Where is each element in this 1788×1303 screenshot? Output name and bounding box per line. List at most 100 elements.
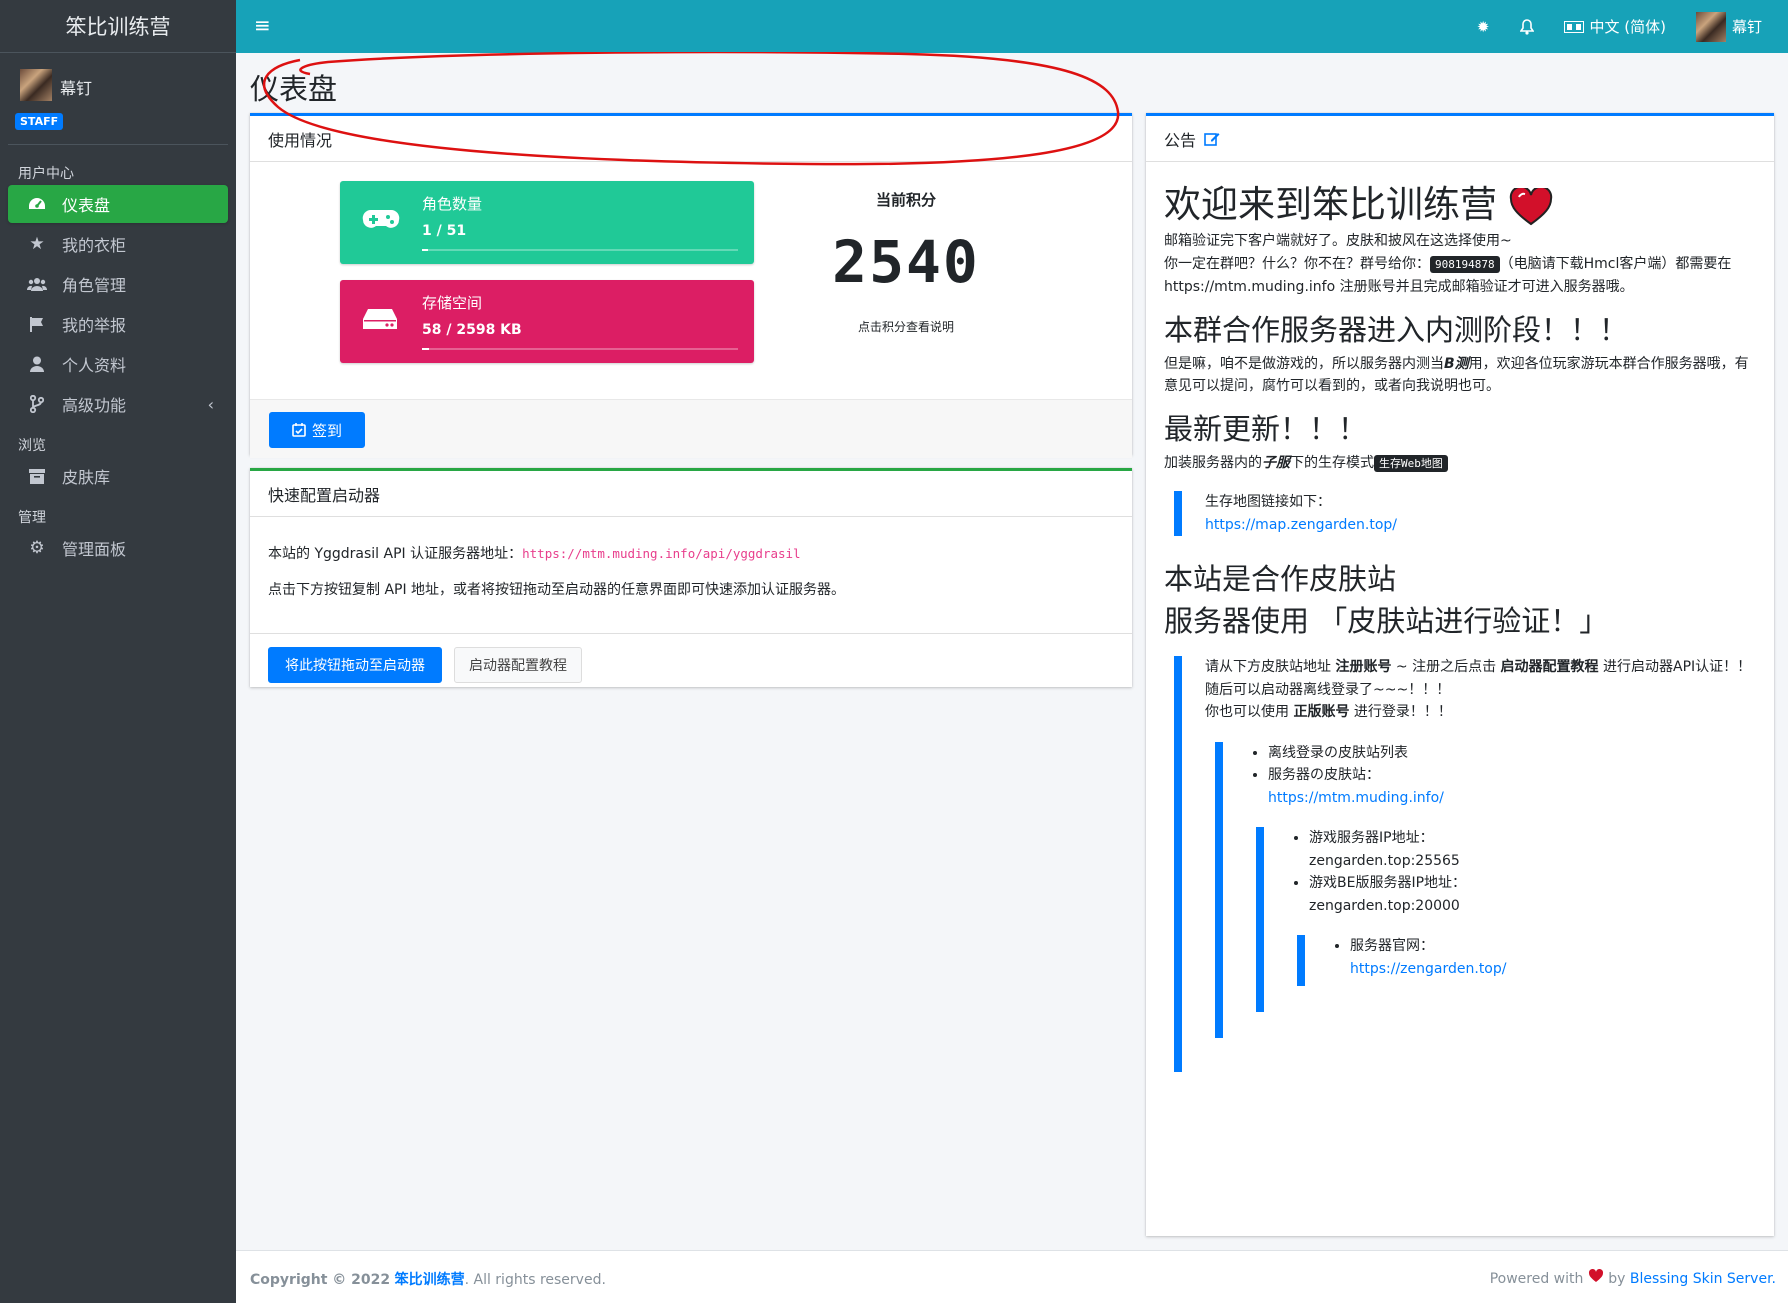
api-prefix: 本站的 Yggdrasil API 认证服务器地址： xyxy=(268,546,523,562)
site-link[interactable]: 笨比训练营 xyxy=(395,1272,465,1288)
sidebar-item-label: 高级功能 xyxy=(62,396,127,415)
card-title: 快速配置启动器 xyxy=(250,471,1132,517)
list-item-label: 游戏BE版服务器IP地址： xyxy=(1309,875,1467,891)
list-item: 服务器官网： https://zengarden.top/ xyxy=(1350,935,1756,980)
coop-text-part: 请从下方皮肤站地址 xyxy=(1205,659,1331,675)
chevron-left-icon: ‹ xyxy=(207,394,214,414)
launcher-tutorial-button[interactable]: 启动器配置教程 xyxy=(454,647,582,683)
user-name[interactable]: 幕钉 xyxy=(60,75,92,99)
sidebar-item-characters[interactable]: 角色管理 xyxy=(8,265,228,303)
announcement-card: 公告 欢迎来到笨比训练营 邮箱验证完下客户端就好了。皮肤和披风在这选择使用~ 你… xyxy=(1146,113,1774,1236)
language-label: 中文 (简体) xyxy=(1589,18,1666,36)
theme-toggle[interactable]: ✹ xyxy=(1477,18,1490,36)
welcome-line-1: 邮箱验证完下客户端就好了。皮肤和披风在这选择使用~ xyxy=(1164,233,1512,249)
engine-link[interactable]: Blessing Skin Server. xyxy=(1630,1271,1776,1287)
coop-bold: 启动器配置教程 xyxy=(1500,659,1599,675)
rights-text: . All rights reserved. xyxy=(464,1272,606,1288)
coop-text-part: 你也可以使用 xyxy=(1205,704,1289,720)
map-blockquote: 生存地图链接如下： https://map.zengarden.top/ xyxy=(1174,491,1756,536)
coop-title-line: 服务器使用 「皮肤站进行验证！」 xyxy=(1164,604,1609,638)
sidebar-item-dashboard[interactable]: 仪表盘 xyxy=(8,185,228,223)
beta-text: 但是嘛，咱不是做游戏的，所以服务器内测当B测用，欢迎各位玩家游玩本群合作服务器哦… xyxy=(1164,353,1756,398)
nav-header-browse: 浏览 xyxy=(18,438,46,454)
sidebar-item-reports[interactable]: 我的举报 xyxy=(8,305,228,343)
beta-emphasis: B测 xyxy=(1444,355,1469,372)
sidebar-item-label: 个人资料 xyxy=(62,356,127,375)
list-item: 离线登录の皮肤站列表 xyxy=(1268,742,1756,765)
sidebar-item-advanced[interactable]: 高级功能 ‹ xyxy=(8,385,228,423)
beta-heading: 本群合作服务器进入内测阶段！！！ xyxy=(1164,312,1629,347)
drag-to-launcher-button[interactable]: 将此按钮拖动至启动器 xyxy=(268,647,442,683)
nav-header-user-center: 用户中心 xyxy=(18,166,74,182)
welcome-text: 你一定在群吧？什么？你不在？群号给你： xyxy=(1164,255,1430,272)
language-dropdown[interactable]: 中文 (简体) xyxy=(1563,16,1666,37)
usage-card-footer: 签到 xyxy=(250,399,1132,458)
announcement-body: 欢迎来到笨比训练营 邮箱验证完下客户端就好了。皮肤和披风在这选择使用~ 你一定在… xyxy=(1164,176,1756,1072)
sidebar-item-profile[interactable]: 个人资料 xyxy=(8,345,228,383)
map-link[interactable]: https://map.zengarden.top/ xyxy=(1205,517,1397,533)
checkin-label: 签到 xyxy=(311,421,342,440)
copyright: Copyright © 2022 笨比训练营. All rights reser… xyxy=(250,1269,606,1289)
sidebar-item-skinlib[interactable]: 皮肤库 xyxy=(8,457,228,495)
nested-blockquote-3: 服务器官网： https://zengarden.top/ xyxy=(1297,935,1756,986)
api-url[interactable]: https://mtm.muding.info/api/yggdrasil xyxy=(522,546,800,561)
coop-bold: 正版账号 xyxy=(1293,704,1350,720)
sidebar-item-label: 皮肤库 xyxy=(62,468,111,487)
coop-title-line: 本站是合作皮肤站 xyxy=(1164,562,1397,596)
edit-icon[interactable] xyxy=(1204,131,1220,146)
skin-site-link[interactable]: https://mtm.muding.info/ xyxy=(1268,790,1444,806)
update-text-part: 下的生存模式 xyxy=(1290,454,1374,471)
staff-badge: STAFF xyxy=(15,113,64,130)
calendar-check-icon xyxy=(292,423,306,437)
list-item-label: 服务器官网： xyxy=(1350,938,1434,954)
storage-value: 58 / 2598 KB xyxy=(422,322,522,338)
coop-text-part: 随后可以启动器离线登录了~~~！！！ xyxy=(1205,681,1451,698)
characters-info-box: 角色数量 1 / 51 xyxy=(340,181,754,264)
user-menu[interactable]: 幕钉 xyxy=(1695,11,1762,42)
storage-label: 存储空间 xyxy=(422,294,483,312)
bell-icon xyxy=(1519,18,1534,35)
brand-link[interactable]: 笨比训练营 xyxy=(0,0,236,53)
sun-icon: ✹ xyxy=(1476,17,1490,36)
coop-text-part: 进行登录！！！ xyxy=(1353,704,1452,720)
sidebar-item-label: 管理面板 xyxy=(62,540,127,559)
powered-by: Powered with by Blessing Skin Server. xyxy=(1490,1268,1776,1287)
avatar[interactable] xyxy=(20,69,52,101)
page-footer: Copyright © 2022 笨比训练营. All rights reser… xyxy=(236,1250,1788,1303)
gamepad-icon xyxy=(362,205,400,240)
hamburger-icon[interactable]: ≡ xyxy=(254,13,271,37)
welcome-line-2: 你一定在群吧？什么？你不在？群号给你： 908194878 （电脑请下载Hmcl客户… xyxy=(1164,253,1756,299)
list-item: 游戏服务器IP地址： zengarden.top:25565 xyxy=(1309,827,1756,872)
update-text-part: 加装服务器内的 xyxy=(1164,454,1262,471)
avatar xyxy=(1695,11,1726,42)
sidebar-item-label: 我的举报 xyxy=(62,316,127,335)
copyright-text: Copyright © 2022 xyxy=(250,1272,391,1288)
flag-icon xyxy=(26,316,48,332)
checkin-button[interactable]: 签到 xyxy=(269,412,365,448)
coop-text: 请从下方皮肤站地址 注册账号 ~ 注册之后点击 启动器配置教程 进行启动器API… xyxy=(1205,656,1756,724)
beta-text-part: 但是嘛，咱不是做游戏的，所以服务器内测当 xyxy=(1164,355,1444,372)
update-emphasis: 子服 xyxy=(1262,454,1290,471)
welcome-heading: 欢迎来到笨比训练营 xyxy=(1164,182,1756,228)
server-ip: zengarden.top:20000 xyxy=(1309,897,1460,914)
list-item: 游戏BE版服务器IP地址： zengarden.top:20000 xyxy=(1309,872,1756,917)
skin-site-list: 离线登录の皮肤站列表 服务器の皮肤站： https://mtm.muding.in… xyxy=(1246,742,1756,810)
sidebar-item-label: 角色管理 xyxy=(62,276,127,295)
update-heading: 最新更新！！！ xyxy=(1164,411,1368,446)
score-label: 当前积分 xyxy=(875,191,936,209)
storage-info-box: 存储空间 58 / 2598 KB xyxy=(340,280,754,363)
hdd-icon xyxy=(362,304,398,339)
group-number: 908194878 xyxy=(1430,255,1500,273)
coop-text-part: ~ 注册之后点击 xyxy=(1395,659,1497,675)
notifications-button[interactable] xyxy=(1519,18,1534,35)
by-text: by xyxy=(1608,1271,1626,1287)
gear-icon: ⚙ xyxy=(29,538,45,558)
official-site-link[interactable]: https://zengarden.top/ xyxy=(1350,961,1506,977)
sidebar-item-wardrobe[interactable]: ★ 我的衣柜 xyxy=(8,225,228,263)
card-title: 使用情况 xyxy=(250,116,1132,162)
score-value[interactable]: 2540 xyxy=(806,228,1006,296)
sidebar-item-admin-panel[interactable]: ⚙ 管理面板 xyxy=(8,529,228,567)
user-panel: 幕钉 STAFF xyxy=(8,53,228,145)
coop-bold: 注册账号 xyxy=(1335,659,1392,675)
quick-config-footer: 将此按钮拖动至启动器 启动器配置教程 xyxy=(250,633,1132,690)
